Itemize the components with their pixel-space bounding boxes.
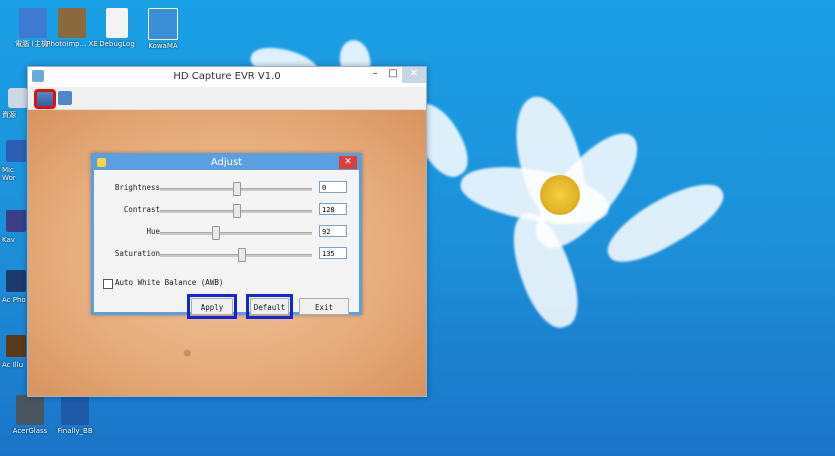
saturation-row: Saturation 135 (94, 245, 356, 265)
acerglass-icon (16, 395, 44, 425)
highlight-box (34, 89, 56, 109)
saturation-label: Saturation (114, 249, 160, 258)
exit-button[interactable]: Exit (299, 298, 349, 315)
dialog-titlebar[interactable]: Adjust ✕ (94, 156, 359, 170)
photoimpact-icon (58, 8, 86, 38)
brightness-label: Brightness (114, 183, 160, 192)
flower-center (540, 175, 580, 215)
contrast-value-input[interactable]: 128 (319, 203, 347, 215)
kowama-icon (148, 8, 178, 40)
minimize-button[interactable]: – (366, 67, 384, 83)
desktop-icon-label: 資源 (2, 111, 16, 119)
hue-value-input[interactable]: 92 (319, 225, 347, 237)
default-button[interactable]: Default (246, 294, 293, 319)
dialog-body: Brightness 0 Contrast 128 Hue 92 Saturat… (94, 170, 359, 319)
apply-button[interactable]: Apply (187, 294, 237, 319)
brightness-row: Brightness 0 (94, 179, 356, 199)
awb-checkbox[interactable] (103, 279, 113, 289)
capture-icon[interactable] (58, 91, 72, 105)
desktop-icon-label: Ac Pho (2, 296, 26, 304)
desktop-icon-label: KowaMA (148, 42, 178, 50)
dialog-title: Adjust (210, 157, 243, 168)
hue-slider-thumb[interactable] (211, 226, 220, 240)
hue-label: Hue (146, 227, 160, 236)
desktop-icon-plugin[interactable]: Finally_BB (45, 395, 105, 435)
brightness-value-input[interactable]: 0 (319, 181, 347, 193)
contrast-slider-thumb[interactable] (233, 204, 241, 218)
saturation-slider-track[interactable] (160, 254, 312, 257)
adjust-dialog: Adjust ✕ Brightness 0 Contrast 128 Hue 9… (91, 153, 362, 319)
hue-slider-track[interactable] (160, 232, 312, 235)
awb-label: Auto White Balance (AWB) (115, 278, 224, 287)
recycle-bin-icon[interactable] (8, 88, 28, 108)
window-titlebar[interactable]: HD Capture EVR V1.0 – □ ✕ (28, 67, 426, 87)
dialog-close-button[interactable]: ✕ (339, 156, 357, 169)
contrast-row: Contrast 128 (94, 201, 356, 221)
brightness-slider-thumb[interactable] (233, 182, 241, 196)
kav-icon[interactable] (6, 210, 26, 232)
hue-row: Hue 92 (94, 223, 356, 243)
desktop-icon-label: Kav (2, 236, 15, 244)
plugin-icon (61, 395, 89, 425)
contrast-label: Contrast (123, 205, 160, 214)
desktop-icon-label: Finally_BB (57, 427, 93, 435)
window-toolbar (28, 87, 426, 110)
photoshop-icon[interactable] (6, 270, 26, 292)
file-icon (106, 8, 128, 38)
saturation-slider-thumb[interactable] (237, 248, 246, 262)
saturation-value-input[interactable]: 135 (319, 247, 347, 259)
close-button[interactable]: ✕ (402, 67, 426, 83)
maximize-button[interactable]: □ (384, 67, 402, 83)
word-icon[interactable] (6, 140, 26, 162)
desktop-icon-label: Mic Wor (2, 166, 16, 182)
illustrator-icon[interactable] (6, 335, 26, 357)
desktop-icon-label: Ac Illu (2, 361, 24, 369)
desktop-icon-kowama[interactable]: KowaMA (133, 8, 193, 50)
